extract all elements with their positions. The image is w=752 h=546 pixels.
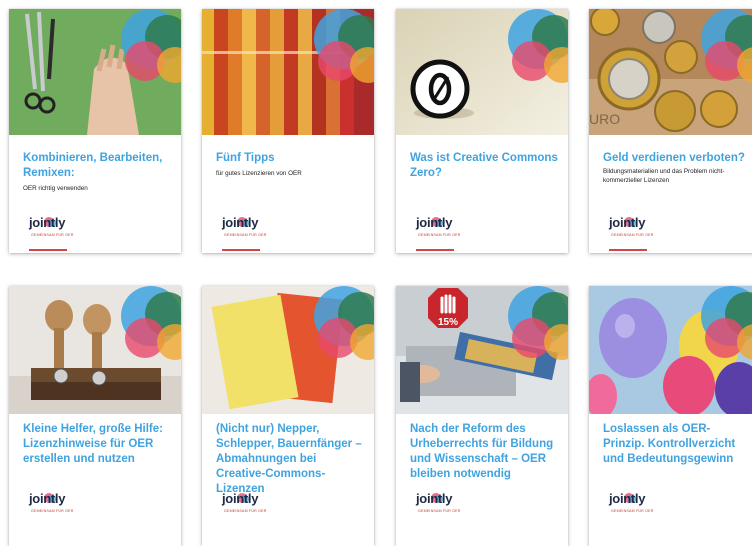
accent-bar (29, 249, 67, 251)
logo-tagline: GEMEINSAM FÜR OER (224, 233, 267, 237)
logo-text: jointly (416, 491, 453, 506)
logo-text: jointly (29, 215, 66, 230)
card-title: Loslassen als OER-Prinzip. Kontrollverzi… (603, 423, 736, 465)
jointly-logo: jointly GEMEINSAM FÜR OER (609, 491, 669, 517)
card-nepper-schlepper[interactable]: (Nicht nur) Nepper, Schlepper, Bauernfän… (202, 286, 374, 546)
logo-tagline: GEMEINSAM FÜR OER (224, 509, 267, 513)
decor-circles (685, 286, 752, 362)
card-title: Fünf Tipps (216, 152, 275, 164)
jointly-logo: jointly GEMEINSAM FÜR OER (416, 215, 476, 241)
card-kleine-helfer[interactable]: Kleine Helfer, große Hilfe: Lizenzhinwei… (9, 286, 181, 546)
decor-circles (685, 9, 752, 85)
card-fuenf-tipps[interactable]: Fünf Tipps für gutes Lizenzieren von OER… (202, 9, 374, 253)
card-subtitle: OER richtig verwenden (23, 185, 88, 192)
logo-tagline: GEMEINSAM FÜR OER (31, 233, 74, 237)
accent-bar (222, 249, 260, 251)
card-title: Nach der Reform des Urheberrechts für Bi… (410, 423, 554, 480)
badge-15-percent: 15% (438, 317, 458, 328)
logo-tagline: GEMEINSAM FÜR OER (31, 509, 74, 513)
decor-circles (298, 9, 374, 85)
card-title: Kleine Helfer, große Hilfe: Lizenzhinwei… (23, 423, 163, 465)
card-loslassen[interactable]: Loslassen als OER-Prinzip. Kontrollverzi… (589, 286, 752, 546)
jointly-logo: jointly GEMEINSAM FÜR OER (29, 215, 89, 241)
card-cc-zero[interactable]: Was ist Creative Commons Zero? jointly G… (396, 9, 568, 253)
logo-tagline: GEMEINSAM FÜR OER (418, 509, 461, 513)
logo-text: jointly (29, 491, 66, 506)
logo-text: jointly (609, 215, 646, 230)
card-urheberrecht-reform[interactable]: 15% Nach der Reform des Urheberrechts fü… (396, 286, 568, 546)
svg-text:URO: URO (589, 111, 620, 127)
card-title: Kombinieren, Bearbeiten, Remixen: (23, 152, 163, 179)
logo-text: jointly (416, 215, 453, 230)
jointly-logo: jointly GEMEINSAM FÜR OER (609, 215, 669, 241)
jointly-logo: jointly GEMEINSAM FÜR OER (416, 491, 476, 517)
accent-bar (416, 249, 454, 251)
card-title: Was ist Creative Commons Zero? (410, 152, 558, 179)
decor-circles (298, 286, 374, 362)
decor-circles (492, 9, 568, 85)
accent-bar (609, 249, 647, 251)
logo-text: jointly (609, 491, 646, 506)
logo-text: jointly (222, 215, 259, 230)
jointly-logo: jointly GEMEINSAM FÜR OER (222, 215, 282, 241)
decor-circles (492, 286, 568, 362)
card-kombinieren[interactable]: Kombinieren, Bearbeiten, Remixen: OER ri… (9, 9, 181, 253)
jointly-logo: jointly GEMEINSAM FÜR OER (222, 491, 282, 517)
decor-circles (105, 9, 181, 85)
logo-tagline: GEMEINSAM FÜR OER (611, 233, 654, 237)
card-geld-verdienen[interactable]: URO Geld verdienen verboten? Bildungsmat… (589, 9, 752, 253)
decor-circles (105, 286, 181, 362)
jointly-logo: jointly GEMEINSAM FÜR OER (29, 491, 89, 517)
card-subtitle: Bildungsmaterialien und das Problem nich… (603, 168, 725, 184)
logo-tagline: GEMEINSAM FÜR OER (418, 233, 461, 237)
logo-text: jointly (222, 491, 259, 506)
logo-tagline: GEMEINSAM FÜR OER (611, 509, 654, 513)
card-title: (Nicht nur) Nepper, Schlepper, Bauernfän… (216, 423, 362, 495)
card-title: Geld verdienen verboten? (603, 152, 745, 164)
card-subtitle: für gutes Lizenzieren von OER (216, 170, 302, 177)
